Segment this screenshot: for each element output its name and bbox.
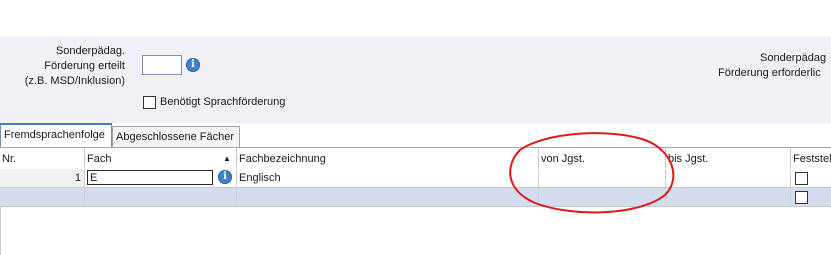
cell-fachbezeichnung: Englisch [236,169,538,187]
info-icon[interactable]: i [218,170,232,184]
cell-fachbezeichnung [236,188,538,206]
column-header-fach[interactable]: Fach ▲ [84,148,236,168]
tab-abgeschlossene-faecher[interactable]: Abgeschlossene Fächer [112,126,240,148]
column-header-label: Fach [87,153,112,165]
label-line: Sonderpädag. [55,45,125,57]
column-header-feststell[interactable]: Feststel [790,148,831,168]
fach-edit-input[interactable]: E [87,170,213,185]
sort-ascending-icon: ▲ [223,154,231,163]
fremdsprachen-grid: Nr. Fach ▲ Fachbezeichnung von Jgst. bis… [0,147,831,255]
label-line: (z.B. MSD/Inklusion) [24,75,125,87]
info-icon[interactable]: i [186,58,200,72]
sonderpaed-erteilt-label: Sonderpädag. Förderung erteilt (z.B. MSD… [10,44,125,89]
column-header-nr[interactable]: Nr. [0,148,84,168]
label-line: Sonderpädag [760,52,827,64]
feststell-checkbox[interactable] [795,191,808,204]
cell-fach[interactable]: E i [84,169,236,187]
sprachfoerderung-label: Benötigt Sprachförderung [160,96,286,108]
feststell-checkbox[interactable] [795,172,808,185]
cell-bis-jgst[interactable] [665,169,790,187]
cell-nr: 1 [0,169,84,187]
table-row[interactable] [0,188,831,206]
cell-von-jgst[interactable] [538,169,665,187]
cell-nr [0,188,84,206]
tab-fremdsprachenfolge[interactable]: Fremdsprachenfolge [0,123,112,149]
cell-feststell[interactable] [790,169,831,187]
column-header-fachbezeichnung[interactable]: Fachbezeichnung [236,148,539,168]
label-line: Förderung erforderlic [718,67,821,79]
label-line: Förderung erteilt [44,60,125,72]
column-header-von-jgst[interactable]: von Jgst. [538,148,667,168]
row-divider [0,206,831,207]
sonderpaed-erteilt-input[interactable] [142,55,182,75]
column-header-bis-jgst[interactable]: bis Jgst. [665,148,791,168]
cell-fach[interactable] [84,188,236,206]
cell-bis-jgst[interactable] [665,188,790,206]
cell-feststell[interactable] [790,188,831,206]
student-support-form: Sonderpädag. Förderung erteilt (z.B. MSD… [0,37,831,123]
sprachfoerderung-checkbox[interactable] [143,96,156,109]
grid-left-border [0,207,1,255]
cell-von-jgst[interactable] [538,188,665,206]
sonderpaed-erforderlich-label: Sonderpädag Förderung erforderlic [700,51,831,81]
table-row[interactable]: 1 E i Englisch [0,169,831,187]
